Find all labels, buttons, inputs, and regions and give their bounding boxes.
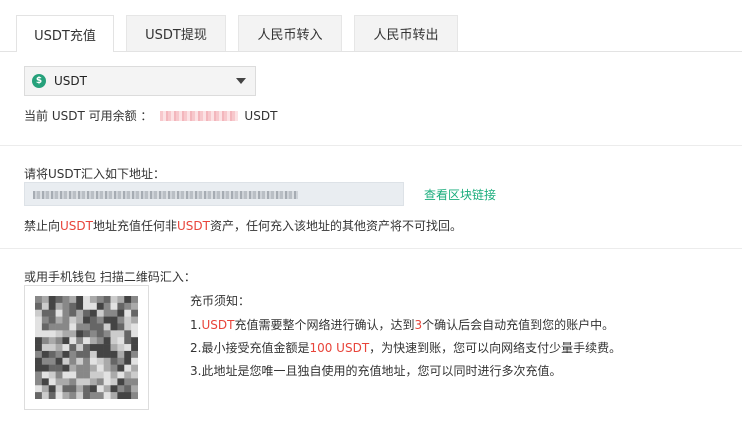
notes-item-3: 3.此地址是您唯一且独自使用的充值地址，您可以同时进行多次充值。	[190, 364, 562, 378]
notes-item-2: 2.最小接受充值金额是100 USDT，为快速到账，您可以向网络支付少量手续费。	[190, 341, 622, 355]
tab-rmb-transfer-out[interactable]: 人民币转出	[354, 15, 458, 51]
qr-code-image	[35, 296, 138, 399]
usdt-coin-icon: $	[32, 74, 46, 88]
deposit-warning: 禁止向USDT地址充值任何非USDT资产，任何充入该地址的其他资产将不可找回。	[24, 217, 462, 234]
tab-rmb-transfer-in[interactable]: 人民币转入	[238, 15, 342, 51]
tab-bar: USDT充值 USDT提现 人民币转入 人民币转出	[0, 0, 742, 52]
view-blockchain-link[interactable]: 查看区块链接	[424, 186, 496, 203]
deposit-address-field[interactable]	[24, 182, 404, 206]
warning-text: 禁止向	[24, 219, 61, 233]
chevron-down-icon	[236, 78, 246, 84]
coin-select[interactable]: $ USDT	[24, 66, 256, 96]
tab-usdt-deposit[interactable]: USDT充值	[16, 15, 114, 52]
warning-highlight: USDT	[60, 219, 93, 233]
notes-title: 充币须知：	[190, 294, 251, 308]
qr-code-frame	[24, 285, 149, 410]
deposit-notes: 充币须知： 1.USDT充值需要整个网络进行确认，达到3个确认后会自动充值到您的…	[190, 290, 621, 383]
section-divider	[0, 248, 742, 249]
warning-highlight: USDT	[177, 219, 210, 233]
warning-text: 地址充值任何非	[93, 219, 178, 233]
notes-item-1: 1.USDT充值需要整个网络进行确认，达到3个确认后会自动充值到您的账户中。	[190, 318, 615, 332]
balance-label: 当前 USDT 可用余额 ：	[24, 109, 153, 123]
balance-unit: USDT	[244, 108, 278, 123]
balance-line: 当前 USDT 可用余额 ： USDT	[24, 107, 277, 124]
balance-value-redacted	[160, 110, 239, 121]
tab-usdt-withdraw[interactable]: USDT提现	[126, 15, 226, 51]
address-redacted	[33, 191, 298, 199]
warning-text: 资产，任何充入该地址的其他资产将不可找回。	[210, 219, 463, 233]
coin-select-value: USDT	[54, 74, 87, 88]
section-divider	[0, 145, 742, 146]
qr-label: 或用手机钱包 扫描二维码汇入：	[24, 270, 196, 284]
address-label: 请将USDT汇入如下地址：	[24, 167, 165, 181]
